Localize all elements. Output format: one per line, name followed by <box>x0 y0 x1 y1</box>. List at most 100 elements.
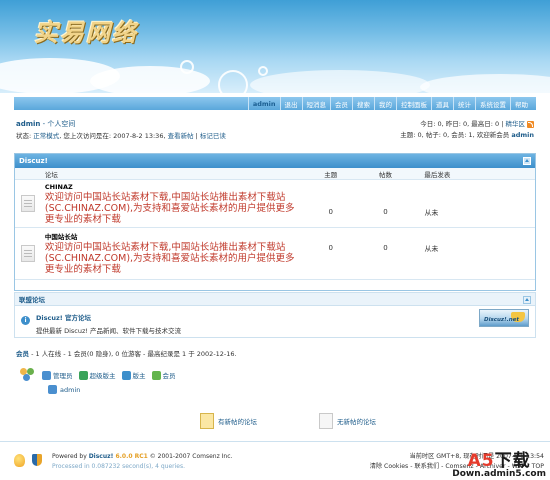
forum-icon-legend: 有新帖的论坛 无新帖的论坛 <box>200 413 376 429</box>
footer-left: Powered by Discuz! 6.0.0 RC1 © 2001-2007… <box>52 452 232 472</box>
members-online-header: 会员 - 1 人在线 - 1 会员(0 隐身), 0 位游客 - 最高纪录是 1… <box>16 348 237 358</box>
group-label: 超级版主 <box>89 372 116 380</box>
category-title[interactable]: Discuz! <box>19 157 48 165</box>
legend-none: 无新帖的论坛 <box>319 413 376 429</box>
forum-row: 中国站长站 欢迎访问中国站长站素材下载,中国站长站推出素材下载站(SC.CHIN… <box>15 228 535 280</box>
forum-description: 欢迎访问中国站长站素材下载,中国站长站推出素材下载站(SC.CHINAZ.COM… <box>44 192 295 225</box>
cloud-decoration <box>250 70 430 93</box>
forum-topics-count: 0 <box>328 208 333 216</box>
category-header: Discuz! <box>15 154 535 168</box>
super-moderator-icon <box>78 370 88 380</box>
member-groups-legend: 管理员 超级版主 版主 会员 <box>20 368 176 382</box>
ally-forum-name[interactable]: Discuz! 官方论坛 <box>36 312 181 322</box>
column-last-post: 最后发表 <box>424 170 451 179</box>
new-posts-folder-icon <box>200 413 214 429</box>
forum-topics-count: 0 <box>328 244 333 252</box>
online-users-icon <box>20 368 36 382</box>
status-mode-link[interactable]: 正常模式 <box>33 132 59 140</box>
member-icon <box>151 370 161 380</box>
breadcrumb-user[interactable]: admin <box>16 120 40 128</box>
watermark-logo-text: A5下载 <box>452 446 546 471</box>
copyright-label: © 2001-2007 Comsenz Inc. <box>147 453 233 460</box>
header-banner: 实易网络 <box>0 0 550 93</box>
group-member: 会员 <box>151 370 176 380</box>
forum-stats: 今日: 0, 昨日: 0, 最高日: 0 | 精华区 主题: 0, 帖子: 0,… <box>400 119 534 141</box>
discuz-badge-text: Discuz!.net <box>484 317 519 323</box>
legend-none-label: 无新帖的论坛 <box>337 418 376 426</box>
members-label[interactable]: 会员 <box>16 350 29 358</box>
lightbulb-icon <box>14 454 25 467</box>
stats-line-1: 今日: 0, 昨日: 0, 最高日: 0 | 精华区 <box>400 119 534 130</box>
status-last-visit: , 您上次访问是在: 2007-8-2 13:36, <box>59 132 168 140</box>
circle-decoration <box>258 66 268 76</box>
info-icon: i <box>21 316 30 325</box>
view-new-posts-link[interactable]: 查看新帖 <box>168 132 194 140</box>
ally-header: 联盟论坛 <box>15 293 535 306</box>
forum-last-post: 从未 <box>424 209 439 217</box>
digest-link[interactable]: 精华区 <box>506 120 526 128</box>
forum-category-box: Discuz! 论坛 主题 帖数 最后发表 CHINAZ 欢迎访问中国站长站素材… <box>14 153 536 291</box>
watermark-download: 下载 <box>494 451 531 471</box>
forum-name[interactable]: CHINAZ <box>45 183 301 191</box>
ally-forums-box: 联盟论坛 i Discuz! 官方论坛 提供最新 Discuz! 产品新闻、软件… <box>14 292 536 338</box>
ally-title[interactable]: 联盟论坛 <box>19 294 45 304</box>
no-new-posts-folder-icon <box>319 413 333 429</box>
online-username[interactable]: admin <box>60 386 80 394</box>
stats-line-2: 主题: 0, 帖子: 0, 会员: 1, 欢迎新会员 admin <box>400 130 534 141</box>
nav-search[interactable]: 搜索 <box>352 97 374 110</box>
stats-today: 今日: 0, 昨日: 0, 最高日: 0 <box>420 120 500 128</box>
forum-cell: 中国站长站 欢迎访问中国站长站素材下载,中国站长站推出素材下载站(SC.CHIN… <box>45 228 301 279</box>
collapse-icon[interactable] <box>523 157 531 165</box>
breadcrumb: admin - 个人空间 <box>16 119 75 129</box>
group-label: 会员 <box>162 372 176 380</box>
forum-posts-count: 0 <box>383 208 388 216</box>
column-forum: 论坛 <box>44 170 58 179</box>
legend-new: 有新帖的论坛 <box>200 413 257 429</box>
ally-forum-desc: 提供最新 Discuz! 产品新闻、软件下载与技术交流 <box>36 327 182 335</box>
group-super-mod: 超级版主 <box>78 370 116 380</box>
group-label: 版主 <box>132 372 146 380</box>
nav-help[interactable]: 帮助 <box>510 97 532 110</box>
nav-stats[interactable]: 统计 <box>453 97 475 110</box>
group-admin: 管理员 <box>42 370 73 380</box>
column-posts: 帖数 <box>379 170 393 179</box>
nav-user[interactable]: admin <box>247 97 280 110</box>
rss-icon[interactable] <box>527 120 534 128</box>
breadcrumb-space[interactable]: 个人空间 <box>47 120 75 128</box>
discuz-badge-logo[interactable]: Discuz!.net <box>479 309 529 327</box>
discuz-link[interactable]: Discuz! <box>89 453 114 460</box>
ally-text: Discuz! 官方论坛 提供最新 Discuz! 产品新闻、软件下载与技术交流 <box>36 312 181 335</box>
forum-status-icon <box>21 195 35 212</box>
forum-icon-cell <box>15 228 45 279</box>
collapse-icon[interactable] <box>523 296 531 304</box>
nav-logout[interactable]: 退出 <box>279 97 302 110</box>
online-user: admin <box>48 385 80 394</box>
watermark-a5: A5 <box>467 451 495 471</box>
forum-name[interactable]: 中国站长站 <box>45 231 301 241</box>
forum-icon-cell <box>15 180 45 227</box>
shield-icon <box>32 454 42 466</box>
group-label: 管理员 <box>53 372 73 380</box>
processed-info: Processed in 0.087232 second(s), 4 queri… <box>52 463 185 470</box>
status-line: 状态: 正常模式, 您上次访问是在: 2007-8-2 13:36, 查看新帖 … <box>16 132 226 140</box>
nav-my[interactable]: 我的 <box>374 97 396 110</box>
watermark-domain: Down.admin5.com <box>452 469 546 479</box>
site-logo[interactable]: 实易网络 <box>34 13 138 48</box>
circle-decoration <box>218 70 248 93</box>
nav-messages[interactable]: 短消息 <box>301 97 331 110</box>
mark-read-link[interactable]: 标记已读 <box>200 132 226 140</box>
moderator-icon <box>121 370 131 380</box>
forum-posts-count: 0 <box>383 244 388 252</box>
forum-status-icon <box>21 245 35 262</box>
members-summary: - 1 人在线 - 1 会员(0 隐身), 0 位游客 - 最高纪录是 1 于 … <box>29 350 237 358</box>
newest-member-link[interactable]: admin <box>511 131 534 139</box>
powered-by: Powered by Discuz! 6.0.0 RC1 © 2001-2007… <box>52 452 232 462</box>
nav-tools[interactable]: 道具 <box>431 97 453 110</box>
nav-members[interactable]: 会员 <box>330 97 352 110</box>
column-topics: 主题 <box>324 170 338 179</box>
top-navbar: admin 退出 短消息 会员 搜索 我的 控制面板 道具 统计 系统设置 帮助 <box>14 97 536 110</box>
nav-system-settings[interactable]: 系统设置 <box>475 97 510 110</box>
forum-cell: CHINAZ 欢迎访问中国站长站素材下载,中国站长站推出素材下载站(SC.CHI… <box>45 180 301 227</box>
nav-control-panel[interactable]: 控制面板 <box>396 97 431 110</box>
forum-row: CHINAZ 欢迎访问中国站长站素材下载,中国站长站推出素材下载站(SC.CHI… <box>15 180 535 228</box>
